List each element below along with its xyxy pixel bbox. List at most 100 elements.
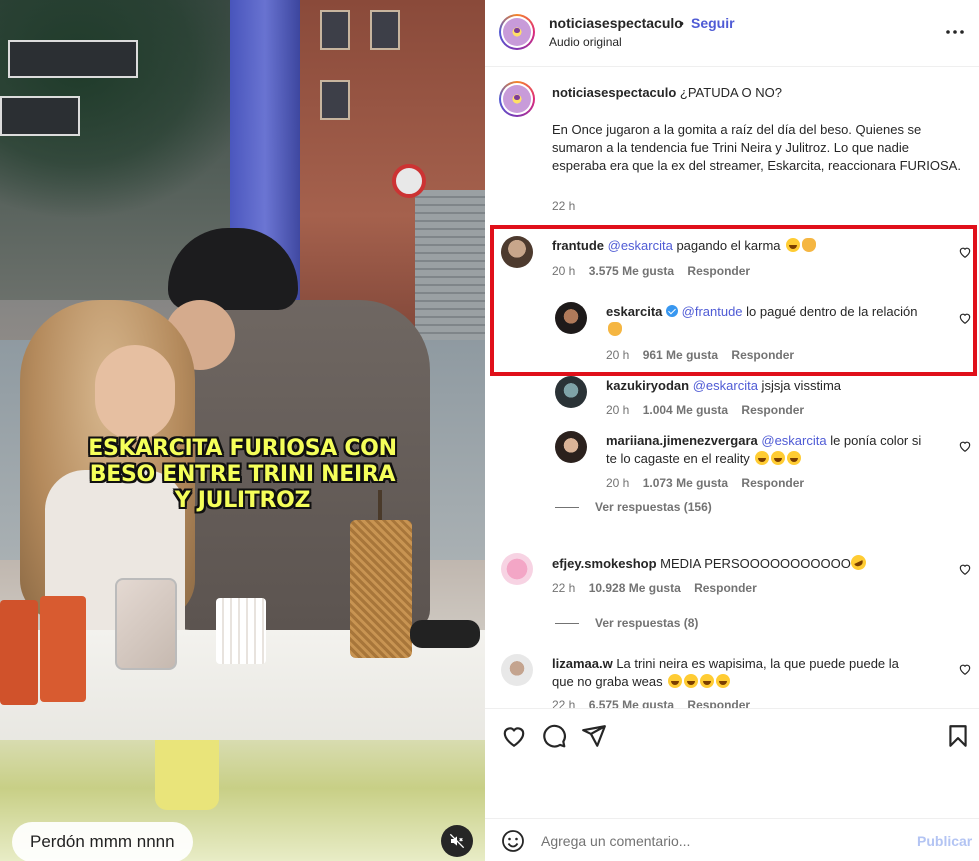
reply-username[interactable]: eskarcita	[606, 304, 662, 319]
heart-icon[interactable]	[958, 311, 972, 325]
publish-button[interactable]: Publicar	[917, 833, 972, 849]
reply-likes[interactable]: 1.004 Me gusta	[643, 403, 728, 417]
reply-button[interactable]: Responder	[694, 581, 757, 595]
comment-time: 20 h	[552, 264, 576, 278]
video-phone	[115, 578, 177, 670]
post-header: noticiasespectaculo • Seguir Audio origi…	[485, 0, 979, 67]
more-horizontal-icon	[946, 30, 964, 34]
reply-username[interactable]: kazukiryodan	[606, 378, 689, 393]
rofl-emoji-icon	[848, 552, 869, 573]
reply-likes[interactable]: 1.073 Me gusta	[643, 476, 728, 490]
speaker-muted-icon	[449, 833, 465, 849]
reply-time: 20 h	[606, 403, 630, 417]
avatar[interactable]	[555, 302, 587, 334]
separator-dot: •	[679, 15, 684, 31]
heart-icon[interactable]	[958, 662, 972, 676]
comment-likes[interactable]: 10.928 Me gusta	[589, 581, 681, 595]
divider	[555, 623, 579, 625]
emoji-icon[interactable]	[501, 829, 525, 853]
follow-button[interactable]: Seguir	[691, 15, 735, 31]
comment-likes[interactable]: 3.575 Me gusta	[589, 264, 674, 278]
avatar[interactable]	[555, 376, 587, 408]
heart-icon[interactable]	[501, 723, 527, 749]
heart-icon[interactable]	[958, 562, 972, 576]
comment-icon[interactable]	[541, 723, 567, 749]
reply-button[interactable]: Responder	[687, 698, 750, 708]
comment-text: que no graba weas	[552, 674, 667, 689]
caption-username[interactable]: noticiasespectaculo	[552, 85, 676, 100]
avatar[interactable]	[499, 14, 535, 50]
comment-username[interactable]: efjey.smokeshop	[552, 556, 657, 571]
video-cup	[40, 596, 86, 702]
view-replies-button[interactable]: Ver respuestas (156)	[555, 500, 712, 514]
bookmark-icon[interactable]	[945, 723, 971, 749]
laughing-emoji-icon	[787, 451, 802, 465]
video-player[interactable]: ESKARCITA FURIOSA CON BESO ENTRE TRINI N…	[0, 0, 485, 861]
caption-headline: ¿PATUDA O NO?	[679, 85, 782, 100]
caption-line: ESKARCITA FURIOSA CON	[88, 436, 397, 461]
reply-mention[interactable]: @eskarcita	[693, 378, 758, 393]
reply-mention[interactable]: @frantude	[682, 304, 743, 319]
video-overlay-caption: ESKARCITA FURIOSA CON BESO ENTRE TRINI N…	[0, 436, 485, 514]
reply-time: 20 h	[606, 348, 630, 362]
comment-text: pagando el karma	[672, 238, 785, 253]
video-no-parking-sign	[392, 164, 426, 198]
avatar[interactable]	[501, 553, 533, 585]
laughing-emoji-icon	[716, 674, 731, 688]
laughing-emoji-icon	[668, 674, 683, 688]
comment-time: 22 h	[552, 581, 576, 595]
comment-username[interactable]: lizamaa.w	[552, 656, 613, 671]
caption-line: Y JULITROZ	[174, 488, 311, 513]
audio-label[interactable]: Audio original	[549, 35, 622, 49]
post-panel: noticiasespectaculo • Seguir Audio origi…	[485, 0, 979, 861]
video-shutter	[415, 190, 485, 360]
add-comment-bar: Publicar	[485, 818, 979, 861]
comment-username[interactable]: frantude	[552, 238, 604, 253]
video-subtitle: Perdón mmm nnnn	[12, 822, 193, 861]
caption-line: BESO ENTRE TRINI NEIRA	[89, 462, 396, 487]
comment-likes[interactable]: 6.575 Me gusta	[589, 698, 674, 708]
reply-likes[interactable]: 961 Me gusta	[643, 348, 718, 362]
avatar[interactable]	[501, 236, 533, 268]
video-mug	[216, 598, 266, 664]
reply-button[interactable]: Responder	[741, 403, 804, 417]
view-replies-label: Ver respuestas (8)	[595, 616, 699, 630]
verified-badge-icon	[666, 305, 679, 317]
comment-mention[interactable]: @eskarcita	[608, 238, 673, 253]
reply-text: lo pagué dentro de la relación	[742, 304, 918, 319]
reply-username[interactable]: mariiana.jimenezvergara	[606, 433, 758, 448]
comment-time: 22 h	[552, 698, 576, 708]
view-replies-button[interactable]: Ver respuestas (8)	[555, 616, 698, 630]
clapping-hand-emoji-icon	[802, 238, 817, 252]
clapping-hand-emoji-icon	[608, 322, 622, 336]
reply-time: 20 h	[606, 476, 630, 490]
reply-text: jsjsja visstima	[757, 378, 842, 393]
laughing-emoji-icon	[700, 674, 715, 688]
caption-body: En Once jugaron a la gomita a raíz del d…	[552, 122, 961, 173]
reply-button[interactable]: Responder	[741, 476, 804, 490]
header-username[interactable]: noticiasespectaculo	[549, 15, 683, 31]
comments-list[interactable]: noticiasespectaculo ¿PATUDA O NO? En Onc…	[485, 67, 979, 708]
comment-input[interactable]	[541, 829, 901, 853]
more-options-button[interactable]	[943, 20, 967, 44]
mute-button[interactable]	[441, 825, 473, 857]
action-bar	[485, 708, 979, 818]
avatar[interactable]	[555, 431, 587, 463]
laughing-emoji-icon	[755, 451, 770, 465]
video-tumbler	[350, 520, 412, 658]
video-face	[95, 345, 175, 440]
view-replies-label: Ver respuestas (156)	[595, 500, 712, 514]
heart-icon[interactable]	[958, 245, 972, 259]
heart-icon[interactable]	[958, 439, 972, 453]
share-icon[interactable]	[581, 723, 607, 749]
reply-button[interactable]: Responder	[687, 264, 750, 278]
video-cup	[0, 600, 38, 705]
reply-button[interactable]: Responder	[731, 348, 794, 362]
avatar[interactable]	[501, 654, 533, 686]
laughing-emoji-icon	[684, 674, 699, 688]
avatar[interactable]	[499, 81, 535, 117]
video-street-sign	[0, 96, 80, 136]
divider	[555, 507, 579, 509]
reply-text: te lo cagaste en el reality	[606, 451, 754, 466]
reply-mention[interactable]: @eskarcita	[761, 433, 826, 448]
